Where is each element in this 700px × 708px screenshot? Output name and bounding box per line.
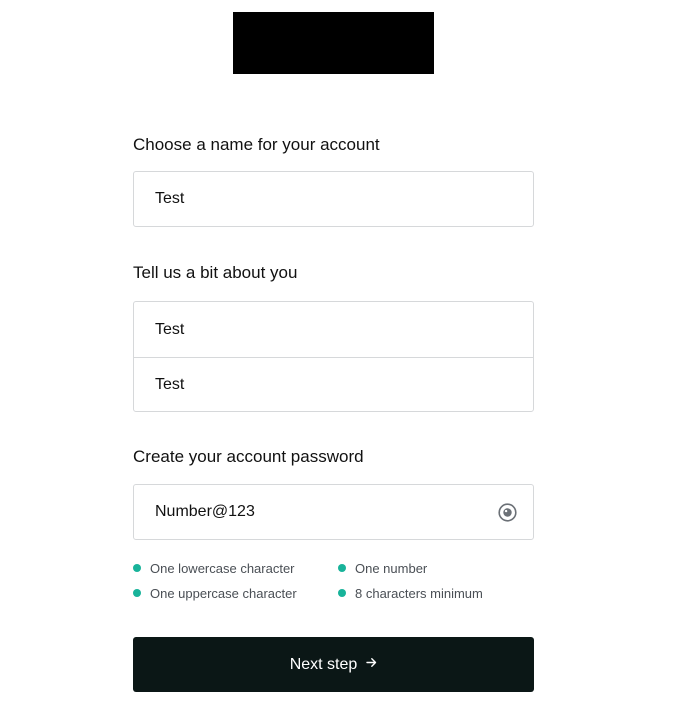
requirement-item: 8 characters minimum	[338, 585, 534, 601]
eye-icon[interactable]	[498, 503, 517, 522]
about-you-field-group	[133, 301, 534, 412]
requirement-item: One uppercase character	[133, 585, 338, 601]
requirement-text: One lowercase character	[150, 560, 295, 576]
password-input[interactable]	[134, 485, 533, 539]
account-name-input[interactable]	[134, 172, 533, 226]
about-you-label: Tell us a bit about you	[133, 263, 298, 282]
password-label: Create your account password	[133, 447, 364, 466]
arrow-right-icon	[366, 655, 377, 671]
next-step-label: Next step	[289, 655, 358, 673]
last-name-input[interactable]	[134, 358, 533, 411]
requirement-item: One lowercase character	[133, 560, 338, 576]
requirement-text: One number	[355, 560, 428, 576]
password-field[interactable]	[133, 484, 534, 540]
requirement-dot-icon	[338, 589, 346, 597]
requirement-dot-icon	[133, 589, 141, 597]
requirement-dot-icon	[133, 564, 141, 572]
requirement-text: 8 characters minimum	[355, 585, 483, 601]
requirement-item: One number	[338, 560, 534, 576]
first-name-input[interactable]	[134, 302, 533, 357]
signup-page: Choose a name for your account Tell us a…	[0, 0, 700, 708]
next-step-button[interactable]: Next step	[133, 637, 534, 692]
account-name-field[interactable]	[133, 171, 534, 227]
requirement-dot-icon	[338, 564, 346, 572]
last-name-row[interactable]	[134, 357, 533, 411]
first-name-row[interactable]	[134, 302, 533, 357]
password-requirements: One lowercase character One number One u…	[133, 560, 534, 601]
requirement-text: One uppercase character	[150, 585, 297, 601]
account-name-label: Choose a name for your account	[133, 135, 380, 154]
logo	[233, 12, 434, 74]
